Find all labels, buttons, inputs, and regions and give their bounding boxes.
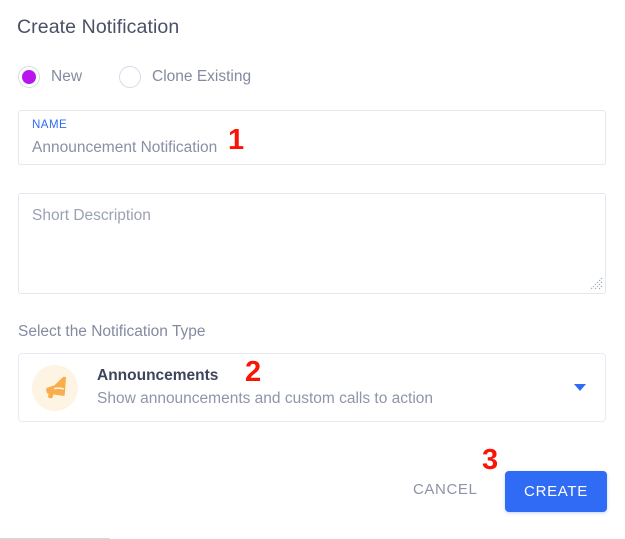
radio-option-clone-existing[interactable]: Clone Existing bbox=[119, 66, 251, 88]
short-description-textarea[interactable]: Short Description bbox=[18, 193, 606, 294]
notification-type-section-label: Select the Notification Type bbox=[18, 323, 206, 340]
radio-filled-icon[interactable] bbox=[18, 66, 40, 88]
create-notification-dialog: Create Notification New Clone Existing N… bbox=[0, 0, 625, 539]
radio-option-clone-existing-label: Clone Existing bbox=[152, 68, 252, 85]
megaphone-icon bbox=[32, 364, 78, 411]
page-title: Create Notification bbox=[17, 16, 180, 38]
radio-empty-icon[interactable] bbox=[119, 66, 142, 88]
radio-option-new-label: New bbox=[51, 68, 83, 85]
resize-grip-icon[interactable] bbox=[589, 277, 603, 291]
notification-mode-radio-group: New Clone Existing bbox=[18, 66, 251, 88]
cancel-button[interactable]: CANCEL bbox=[413, 481, 477, 498]
chevron-down-icon[interactable] bbox=[574, 384, 586, 391]
notification-type-title: Announcements bbox=[97, 367, 219, 384]
short-description-placeholder: Short Description bbox=[32, 207, 151, 224]
annotation-marker-3: 3 bbox=[482, 444, 499, 476]
name-field-label: NAME bbox=[32, 119, 68, 131]
radio-option-new[interactable]: New bbox=[18, 66, 82, 88]
create-button[interactable]: CREATE bbox=[505, 471, 607, 512]
name-field[interactable]: NAME Announcement Notification bbox=[18, 110, 606, 165]
notification-type-description: Show announcements and custom calls to a… bbox=[97, 390, 434, 407]
notification-type-texts: Announcements Show announcements and cus… bbox=[97, 366, 433, 409]
notification-type-selector[interactable]: Announcements Show announcements and cus… bbox=[18, 353, 606, 422]
name-input[interactable]: Announcement Notification bbox=[32, 138, 217, 158]
